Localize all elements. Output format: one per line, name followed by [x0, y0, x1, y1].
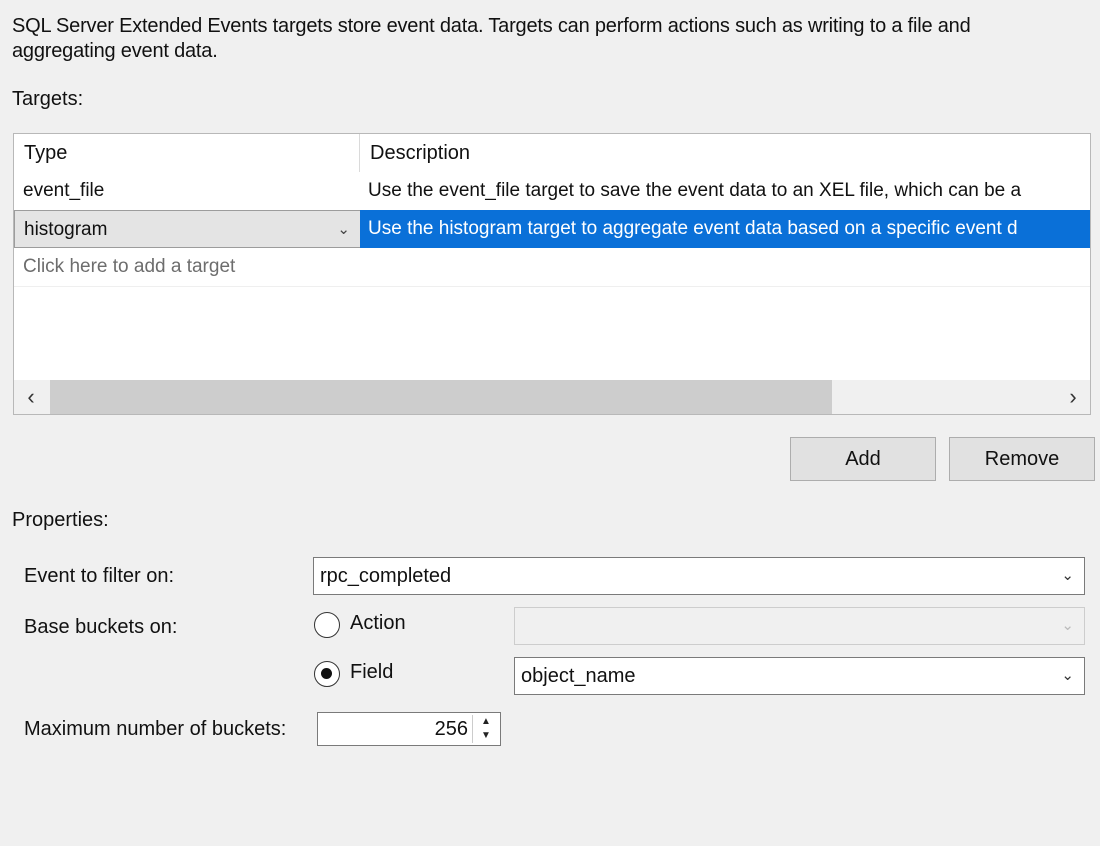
radio-selected-dot — [321, 668, 332, 679]
action-radio-label[interactable]: Action — [350, 612, 406, 635]
field-value: object_name — [521, 665, 636, 687]
intro-line-2: aggregating event data. — [12, 40, 218, 62]
spinner-down-icon[interactable]: ▼ — [473, 729, 499, 743]
chevron-down-icon[interactable]: ⌄ — [337, 211, 350, 247]
target-row-event-file[interactable]: event_file Use the event_file target to … — [14, 172, 1090, 210]
target-type-combo[interactable]: histogram ⌄ — [14, 210, 360, 248]
base-buckets-label: Base buckets on: — [24, 616, 178, 638]
spinner-arrows-icon[interactable]: ▲ ▼ — [472, 715, 498, 743]
add-button[interactable]: Add — [790, 437, 936, 481]
intro-line-1: SQL Server Extended Events targets store… — [12, 15, 971, 37]
chevron-down-icon: ⌄ — [1061, 617, 1074, 634]
action-radio[interactable] — [314, 612, 340, 638]
max-buckets-label: Maximum number of buckets: — [24, 718, 287, 740]
chevron-down-icon[interactable]: ⌄ — [1061, 558, 1074, 594]
target-type-cell[interactable]: event_file — [14, 172, 360, 210]
event-filter-label: Event to filter on: — [24, 565, 175, 587]
max-buckets-value[interactable]: 256 — [435, 713, 468, 745]
chevron-down-icon[interactable]: ⌄ — [1061, 658, 1074, 694]
max-buckets-spinner[interactable]: 256 ▲ ▼ — [317, 712, 501, 746]
target-description-cell[interactable]: Use the histogram target to aggregate ev… — [360, 210, 1090, 248]
target-row-histogram[interactable]: histogram ⌄ Use the histogram target to … — [14, 210, 1090, 248]
target-description-cell[interactable]: Use the event_file target to save the ev… — [360, 172, 1090, 210]
horizontal-scrollbar[interactable]: ‹ › — [14, 380, 1090, 414]
targets-label: Targets: — [12, 88, 84, 110]
add-target-row[interactable]: Click here to add a target — [14, 248, 1090, 286]
event-filter-value: rpc_completed — [320, 565, 452, 587]
grid-header: Type Description — [14, 134, 1090, 172]
properties-label: Properties: — [12, 509, 109, 531]
spinner-up-icon[interactable]: ▲ — [473, 715, 499, 729]
event-filter-combo[interactable]: rpc_completed ⌄ — [313, 557, 1085, 595]
target-type-value: histogram — [24, 219, 108, 240]
field-combo[interactable]: object_name ⌄ — [514, 657, 1085, 695]
chevron-left-icon[interactable]: ‹ — [14, 380, 48, 414]
chevron-right-icon[interactable]: › — [1056, 380, 1090, 414]
column-header-description[interactable]: Description — [360, 134, 1090, 172]
row-divider — [14, 286, 1090, 287]
action-combo: ⌄ — [514, 607, 1085, 645]
field-radio-label[interactable]: Field — [350, 661, 393, 684]
add-target-placeholder[interactable]: Click here to add a target — [14, 248, 614, 286]
column-header-type[interactable]: Type — [14, 134, 360, 172]
scrollbar-thumb[interactable] — [50, 380, 832, 414]
remove-button[interactable]: Remove — [949, 437, 1095, 481]
targets-grid[interactable]: Type Description event_file Use the even… — [13, 133, 1091, 415]
intro-text: SQL Server Extended Events targets store… — [12, 14, 1092, 64]
field-radio[interactable] — [314, 661, 340, 687]
